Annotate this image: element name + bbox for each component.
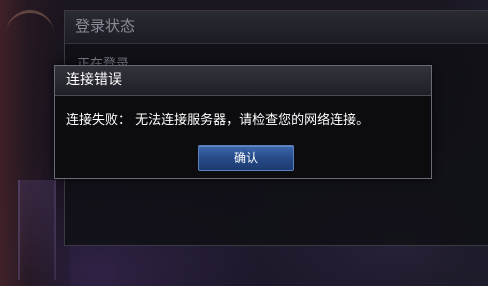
confirm-button[interactable]: 确认 xyxy=(198,145,294,171)
dialog-message: 连接失败： 无法连接服务器，请检查您的网络连接。 xyxy=(66,113,370,128)
connection-error-dialog: 连接错误 连接失败： 无法连接服务器，请检查您的网络连接。 确认 xyxy=(54,65,432,179)
dialog-title: 连接错误 xyxy=(55,66,431,96)
login-status-title: 登录状态 xyxy=(65,11,488,44)
game-background: 登录状态 正在登录…… 连接错误 连接失败： 无法连接服务器，请检查您的网络连接… xyxy=(0,0,488,286)
